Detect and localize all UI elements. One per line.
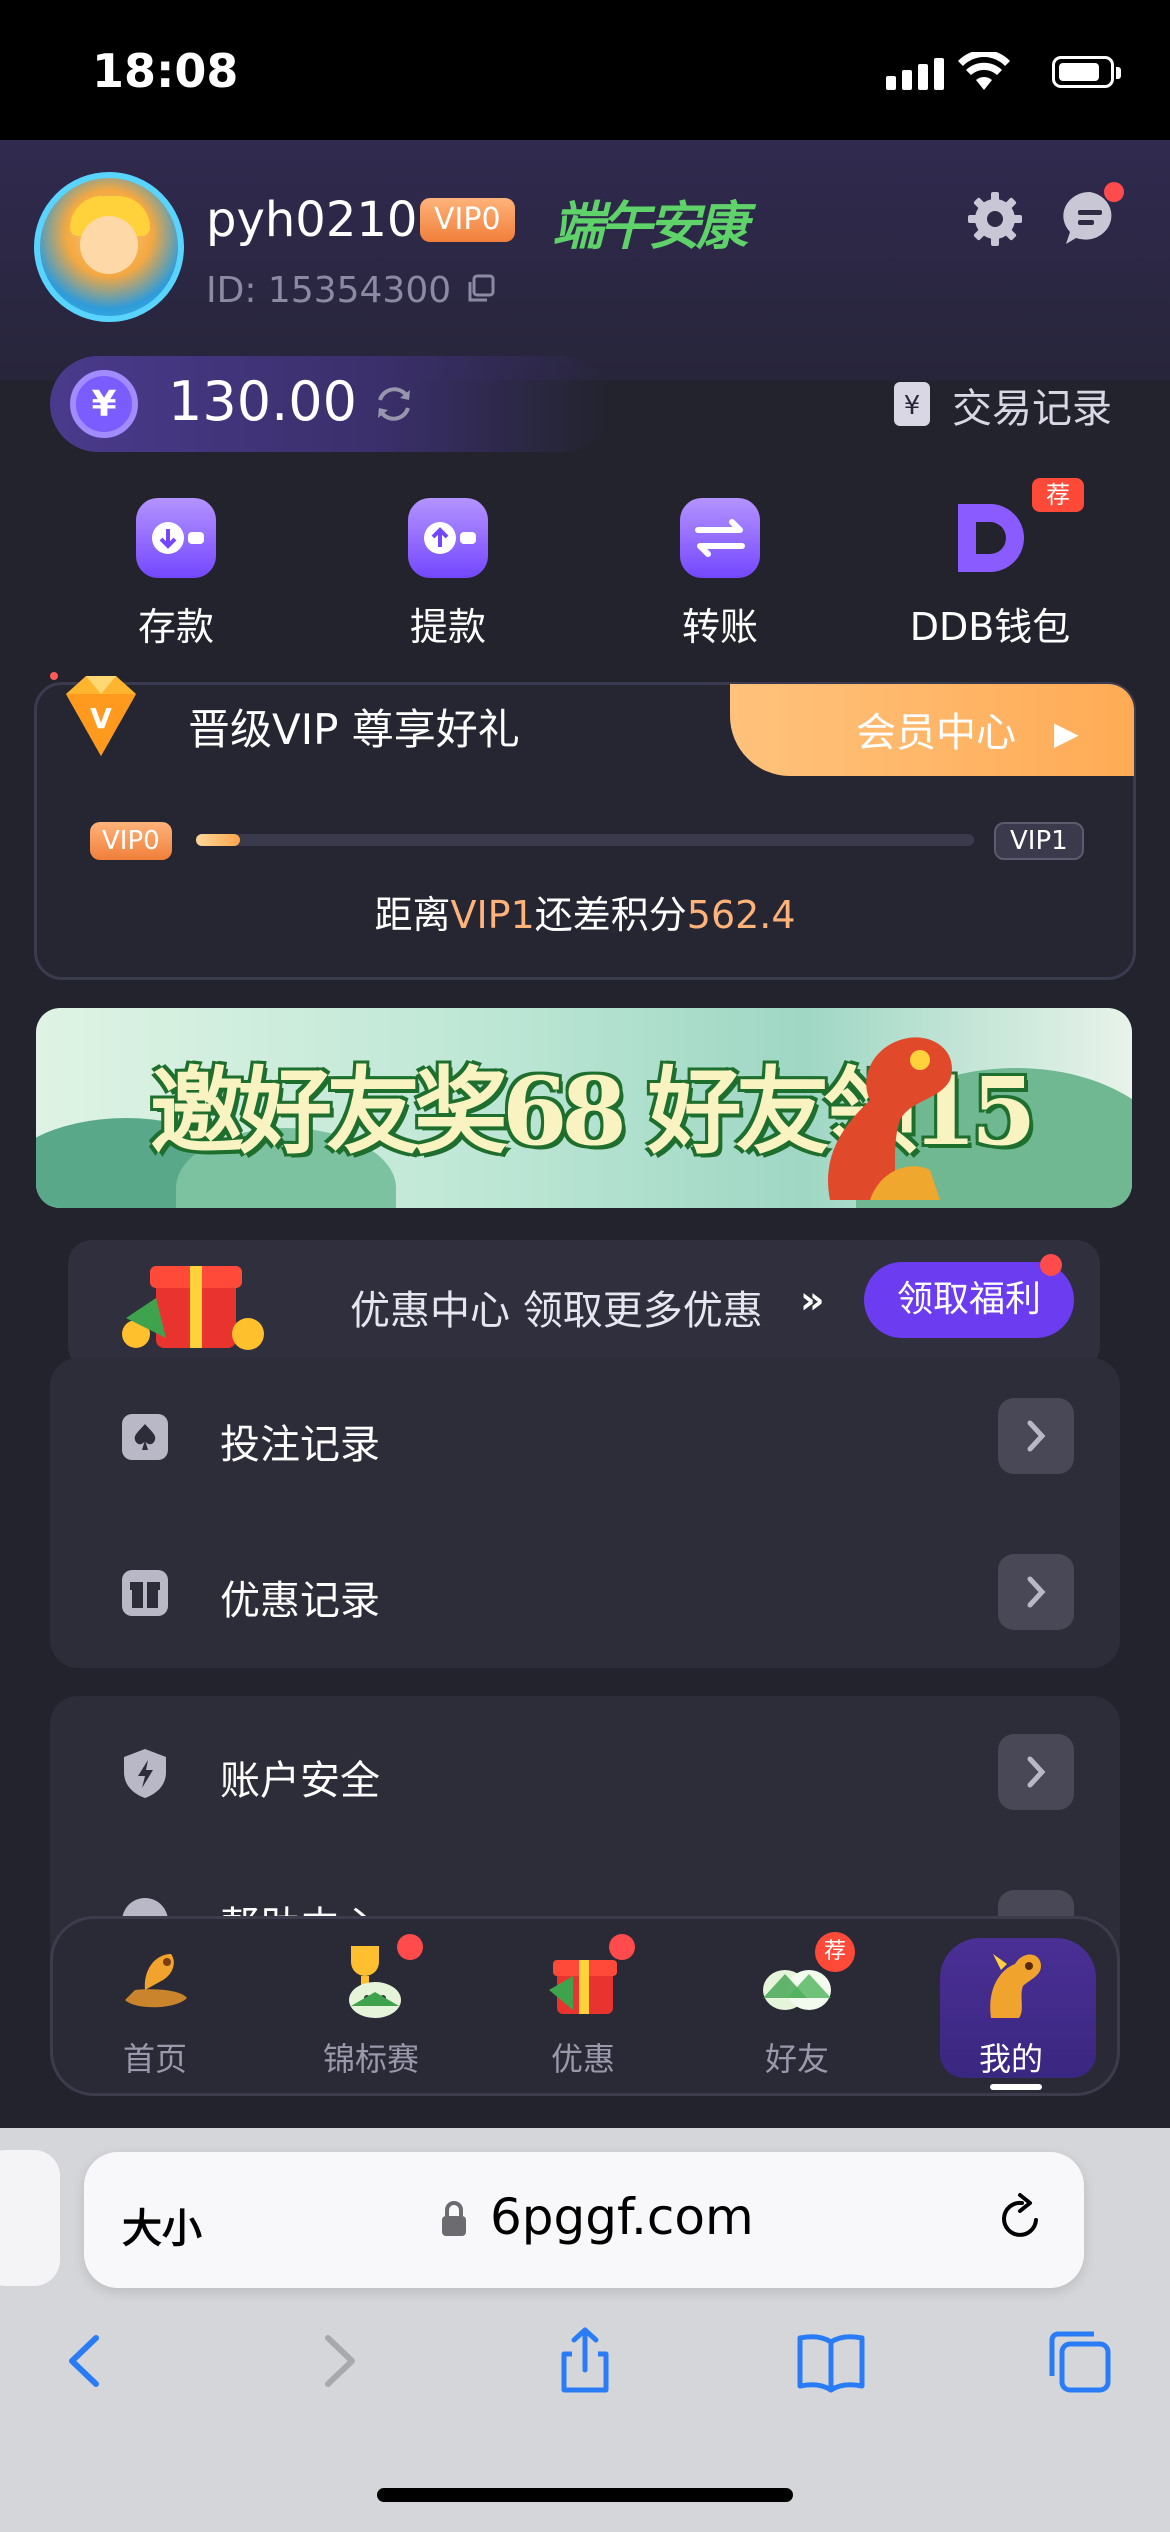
home-indicator xyxy=(377,2488,793,2502)
user-id: ID: 15354300 xyxy=(206,270,452,311)
promo-text: 优惠中心 领取更多优惠 xyxy=(350,1288,763,1334)
member-center-label[interactable]: 会员中心 xyxy=(856,700,1016,758)
gear-icon[interactable] xyxy=(966,190,1024,248)
dragon-profile-icon xyxy=(971,1940,1051,2020)
username: pyh0210 xyxy=(206,192,418,248)
chevron-right-icon[interactable] xyxy=(998,1734,1074,1810)
vip-progress-track xyxy=(196,834,974,846)
tab-label: 锦标赛 xyxy=(322,2040,419,2078)
gift-box-icon xyxy=(543,1934,635,2020)
share-icon[interactable] xyxy=(550,2326,620,2396)
deposit-wallet-icon xyxy=(136,498,216,578)
transfer-button[interactable]: 转账 xyxy=(630,498,810,651)
url-text[interactable]: 6pggf.com xyxy=(490,2188,754,2246)
balance-amount: 130.00 xyxy=(168,370,357,433)
vip-remaining-points: 距离VIP1还差积分562.4 xyxy=(0,884,1170,939)
text-size-button[interactable]: 大小 xyxy=(122,2196,202,2254)
refresh-icon[interactable] xyxy=(372,382,416,426)
menu-label: 投注记录 xyxy=(220,1422,380,1468)
notification-dot xyxy=(1040,1254,1062,1276)
chevron-right-icon: ▶ xyxy=(1054,714,1079,752)
dragon-illustration xyxy=(790,1010,990,1206)
yen-icon: ¥ xyxy=(70,370,138,438)
deposit-button[interactable]: 存款 xyxy=(86,498,266,651)
tabs-icon[interactable] xyxy=(1044,2326,1114,2396)
gift-box-icon xyxy=(96,1238,286,1358)
cellular-signal-icon xyxy=(886,58,944,90)
tab-label: 优惠 xyxy=(550,2040,615,2078)
chevron-right-icon[interactable] xyxy=(998,1398,1074,1474)
avatar[interactable] xyxy=(34,172,184,322)
recommend-badge: 荐 xyxy=(815,1932,855,1972)
forward-icon[interactable] xyxy=(302,2326,372,2396)
menu-row-promo-records[interactable]: 优惠记录 xyxy=(50,1534,1120,1650)
back-icon[interactable] xyxy=(52,2326,122,2396)
transfer-icon xyxy=(680,498,760,578)
remain-points: 562.4 xyxy=(686,893,796,937)
chevron-right-icon[interactable] xyxy=(998,1890,1074,1916)
notification-dot xyxy=(1104,182,1124,202)
battery-icon xyxy=(1052,56,1121,88)
notification-dot xyxy=(609,1934,635,1960)
diamond-icon: V xyxy=(46,666,156,766)
svg-text:V: V xyxy=(90,702,112,735)
ddb-wallet-label: DDB钱包 xyxy=(909,605,1071,649)
menu-label: 帮助中心 xyxy=(220,1894,380,1916)
next-vip-level: VIP1 xyxy=(994,822,1084,860)
menu-label: 账户安全 xyxy=(220,1758,380,1804)
transaction-record-icon[interactable]: ¥ xyxy=(892,380,932,428)
home-dragon-icon xyxy=(115,1940,195,2020)
previous-tab-preview[interactable] xyxy=(0,2150,60,2286)
tab-label: 我的 xyxy=(978,2040,1043,2078)
svg-text:¥: ¥ xyxy=(904,391,921,421)
menu-row-bet-records[interactable]: 投注记录 xyxy=(50,1378,1120,1494)
remain-level: VIP1 xyxy=(450,893,535,937)
bet-record-icon xyxy=(118,1410,172,1464)
tab-home[interactable]: 首页 xyxy=(80,1940,230,2080)
wifi-icon xyxy=(958,52,1010,92)
trophy-icon xyxy=(331,1934,423,2020)
tab-label: 首页 xyxy=(122,2040,187,2078)
shield-icon xyxy=(118,1746,172,1800)
bookmarks-icon[interactable] xyxy=(796,2326,866,2396)
gift-record-icon xyxy=(118,1566,172,1620)
tab-label: 好友 xyxy=(764,2040,829,2078)
claim-rewards-button[interactable]: 领取福利 xyxy=(864,1262,1074,1338)
menu-row-account-security[interactable]: 账户安全 xyxy=(50,1714,1120,1830)
festival-greeting: 端午安康 xyxy=(552,196,748,257)
copy-icon[interactable] xyxy=(465,274,495,304)
menu-label: 优惠记录 xyxy=(220,1578,380,1624)
transfer-label: 转账 xyxy=(681,605,758,649)
tab-promotions[interactable]: 优惠 xyxy=(508,1934,658,2080)
tab-profile[interactable]: 我的 xyxy=(936,1940,1086,2080)
remain-prefix: 距离 xyxy=(374,893,451,937)
withdraw-label: 提款 xyxy=(409,605,486,649)
recommend-badge: 荐 xyxy=(1032,478,1084,512)
message-icon[interactable] xyxy=(1060,182,1124,248)
vip-card-title: 晋级VIP 尊享好礼 xyxy=(188,705,520,754)
help-icon xyxy=(118,1894,172,1916)
tab-friends[interactable]: 荐 好友 xyxy=(722,1932,872,2080)
tab-tournament[interactable]: 锦标赛 xyxy=(296,1934,446,2080)
notification-dot xyxy=(397,1934,423,1960)
withdraw-wallet-icon xyxy=(408,498,488,578)
deposit-label: 存款 xyxy=(137,605,214,649)
menu-row-help-center[interactable]: 帮助中心 xyxy=(50,1866,1120,1916)
transaction-record-link[interactable]: 交易记录 xyxy=(952,376,1112,434)
double-chevron-icon: » xyxy=(800,1278,825,1322)
vip-progress-fill xyxy=(196,834,240,846)
lock-icon xyxy=(440,2200,468,2238)
active-tab-indicator xyxy=(990,2084,1042,2090)
withdraw-button[interactable]: 提款 xyxy=(358,498,538,651)
chevron-right-icon[interactable] xyxy=(998,1554,1074,1630)
current-vip-level: VIP0 xyxy=(90,822,172,860)
status-time: 18:08 xyxy=(92,44,239,98)
remain-middle: 还差积分 xyxy=(534,893,687,937)
ddb-wallet-icon xyxy=(950,498,1030,578)
reload-icon[interactable] xyxy=(992,2190,1048,2246)
friends-icon: 荐 xyxy=(757,1932,855,2020)
ddb-wallet-button[interactable]: DDB钱包 xyxy=(900,498,1080,651)
vip-level-badge: VIP0 xyxy=(420,198,515,242)
